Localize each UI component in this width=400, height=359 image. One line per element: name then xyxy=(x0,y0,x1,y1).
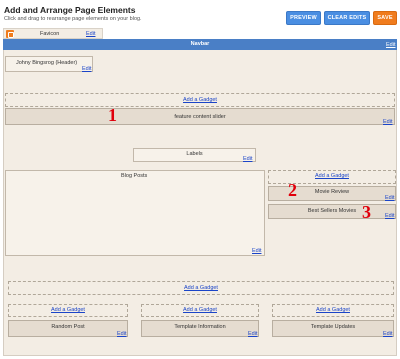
header-edit-link[interactable]: Edit xyxy=(82,66,91,72)
navbar-edit-link[interactable]: Edit xyxy=(386,42,395,48)
favicon-label: Favicon xyxy=(40,31,60,37)
annotation-number-3: 3 xyxy=(362,202,371,222)
template-updates-edit-link[interactable]: Edit xyxy=(383,331,392,337)
footer-col-1-gadget-area: Add a Gadget xyxy=(8,304,128,317)
blog-posts-widget[interactable]: Blog Posts Edit xyxy=(5,170,265,256)
blog-posts-edit-link[interactable]: Edit xyxy=(252,248,261,254)
feature-slider-label: feature content slider xyxy=(174,114,226,120)
page-subtitle: Click and drag to rearrange page element… xyxy=(4,16,142,22)
footer-col-1-add-gadget-link[interactable]: Add a Gadget xyxy=(9,307,127,313)
top-gadget-area: Add a Gadget xyxy=(5,93,395,107)
header-widget[interactable]: Johny Bingsrog (Header) Edit xyxy=(5,56,93,72)
movie-review-edit-link[interactable]: Edit xyxy=(385,195,394,201)
feature-slider-edit-link[interactable]: Edit xyxy=(383,119,392,125)
footer-gadget-area: Add a Gadget xyxy=(8,281,394,295)
navbar-widget[interactable]: Navbar Edit xyxy=(3,39,397,50)
footer-col-2-gadget-area: Add a Gadget xyxy=(141,304,259,317)
top-add-gadget-link[interactable]: Add a Gadget xyxy=(6,97,394,103)
footer-col-3-add-gadget-link[interactable]: Add a Gadget xyxy=(273,307,393,313)
save-button[interactable]: SAVE xyxy=(373,11,397,25)
annotation-number-1: 1 xyxy=(108,105,117,125)
footer-add-gadget-link[interactable]: Add a Gadget xyxy=(9,285,393,291)
random-post-widget[interactable]: Random Post Edit xyxy=(8,320,128,337)
blogger-icon xyxy=(6,30,14,38)
annotation-number-2: 2 xyxy=(288,180,297,200)
template-information-edit-link[interactable]: Edit xyxy=(248,331,257,337)
feature-slider-widget[interactable]: feature content slider Edit xyxy=(5,108,395,125)
random-post-label: Random Post xyxy=(51,324,85,330)
sidebar-item-best-sellers[interactable]: Best Sellers Movies Edit xyxy=(268,204,396,219)
template-updates-label: Template Updates xyxy=(310,324,356,330)
blog-posts-label: Blog Posts xyxy=(121,173,148,179)
footer-col-3-gadget-area: Add a Gadget xyxy=(272,304,394,317)
clear-edits-button[interactable]: CLEAR EDITS xyxy=(324,11,370,25)
labels-widget[interactable]: Labels Edit xyxy=(133,148,256,162)
random-post-edit-link[interactable]: Edit xyxy=(117,331,126,337)
template-updates-widget[interactable]: Template Updates Edit xyxy=(272,320,394,337)
best-sellers-label: Best Sellers Movies xyxy=(307,208,357,214)
template-information-widget[interactable]: Template Information Edit xyxy=(141,320,259,337)
favicon-widget[interactable]: Favicon Edit xyxy=(3,28,103,39)
labels-widget-label: Labels xyxy=(186,151,203,157)
header-widget-label: Johny Bingsrog (Header) xyxy=(16,60,78,66)
footer-col-2-add-gadget-link[interactable]: Add a Gadget xyxy=(142,307,258,313)
labels-edit-link[interactable]: Edit xyxy=(243,156,252,162)
navbar-label: Navbar xyxy=(190,41,210,47)
template-information-label: Template Information xyxy=(174,324,226,330)
sidebar-add-gadget-link[interactable]: Add a Gadget xyxy=(269,173,395,179)
best-sellers-edit-link[interactable]: Edit xyxy=(385,213,394,219)
preview-button[interactable]: PREVIEW xyxy=(286,11,321,25)
favicon-edit-link[interactable]: Edit xyxy=(86,31,95,37)
page-title: Add and Arrange Page Elements xyxy=(4,5,136,15)
